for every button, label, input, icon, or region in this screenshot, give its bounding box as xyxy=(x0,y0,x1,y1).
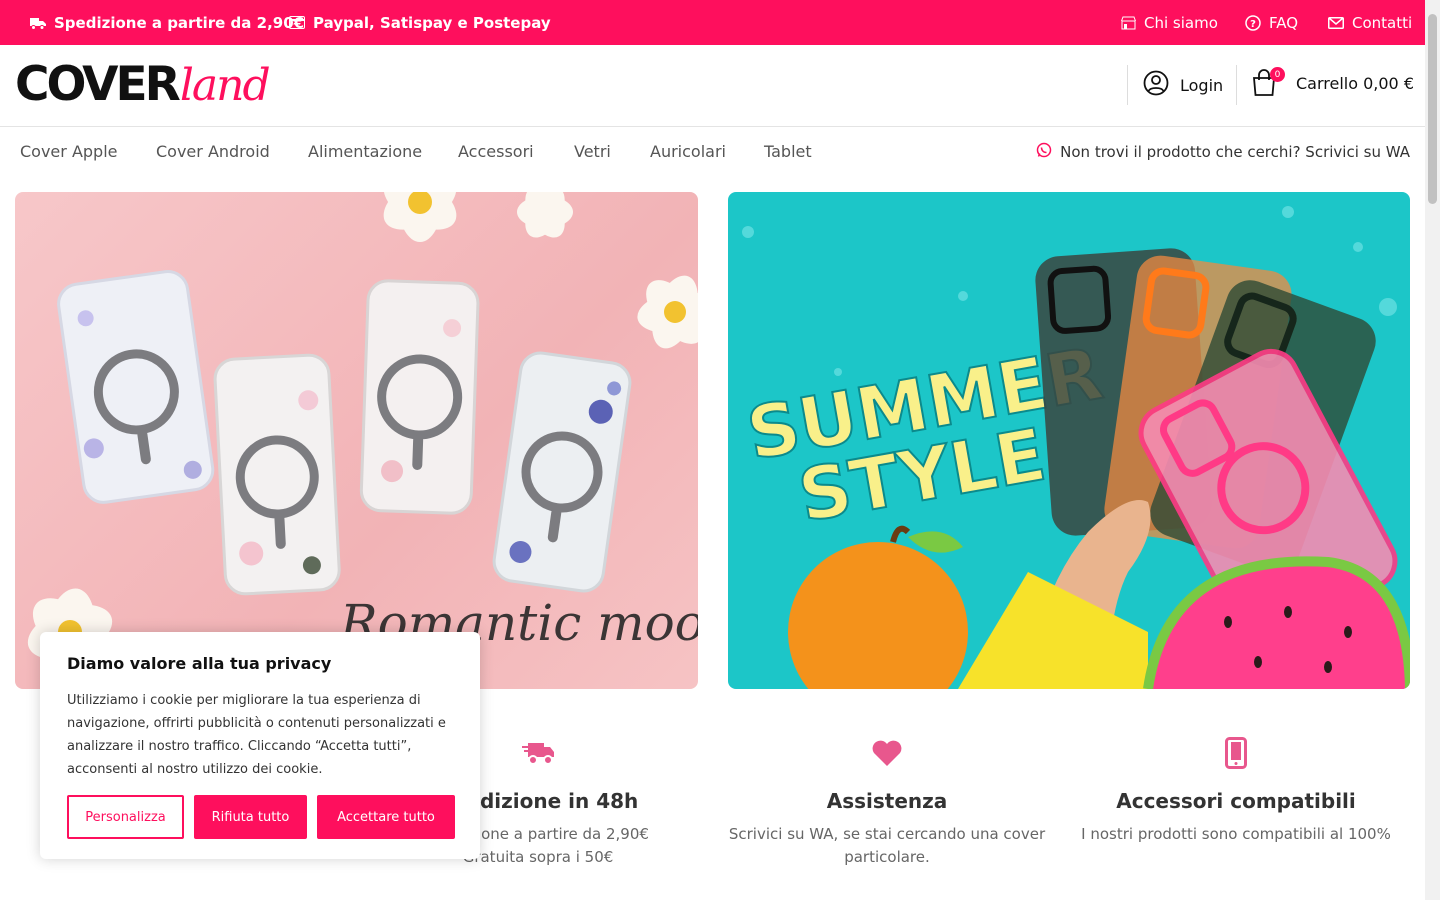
credit-card-icon xyxy=(289,16,305,29)
payment-info: Paypal, Satispay e Postepay xyxy=(289,0,551,45)
feature-line-1: Scrivici su WA, se stai cercando una cov… xyxy=(728,825,1046,843)
feature-title: Assistenza xyxy=(826,789,948,813)
about-link[interactable]: Chi siamo xyxy=(1121,0,1218,45)
shipping-info: Spedizione a partire da 2,90€ xyxy=(30,0,304,45)
cart-label: Carrello 0,00 € xyxy=(1296,73,1414,93)
feature-title: Accessori compatibili xyxy=(1116,789,1356,813)
logo[interactable]: COVER land xyxy=(15,57,271,112)
nav-item-tablet[interactable]: Tablet xyxy=(764,142,812,161)
divider xyxy=(1127,65,1128,105)
mail-icon xyxy=(1328,16,1344,29)
about-label: Chi siamo xyxy=(1144,13,1218,32)
user-icon xyxy=(1143,70,1169,100)
payment-text: Paypal, Satispay e Postepay xyxy=(313,13,551,32)
cart-button[interactable]: 0 Carrello 0,00 € xyxy=(1252,67,1414,97)
nav-item-cover-apple[interactable]: Cover Apple xyxy=(20,142,117,161)
nav-item-alimentazione[interactable]: Alimentazione xyxy=(308,142,422,161)
romantic-mood-illustration: Romantic mood xyxy=(27,192,698,676)
cookie-title: Diamo valore alla tua privacy xyxy=(67,654,332,673)
divider xyxy=(1236,65,1237,105)
cookie-consent-dialog: Diamo valore alla tua privacy Utilizziam… xyxy=(40,632,480,859)
contacts-label: Contatti xyxy=(1352,13,1413,32)
cart-count-badge: 0 xyxy=(1270,67,1285,82)
nav-item-accessori[interactable]: Accessori xyxy=(458,142,534,161)
customize-button[interactable]: Personalizza xyxy=(67,795,184,839)
cookie-text: Utilizziamo i cookie per migliorare la t… xyxy=(67,693,446,777)
store-icon xyxy=(1121,16,1136,30)
phone-icon xyxy=(1066,735,1406,771)
logo-script-text: land xyxy=(179,60,271,111)
faq-label: FAQ xyxy=(1269,13,1299,32)
scrollbar-thumb[interactable] xyxy=(1428,14,1437,204)
heart-icon xyxy=(717,735,1057,771)
page-scrollbar[interactable] xyxy=(1425,0,1440,900)
shopping-bag-icon xyxy=(1252,69,1276,101)
feature-line-1: I nostri prodotti sono compatibili al 10… xyxy=(1081,825,1391,843)
reject-all-button[interactable]: Rifiuta tutto xyxy=(194,795,307,839)
truck-icon xyxy=(30,16,46,30)
nav-item-vetri[interactable]: Vetri xyxy=(574,142,611,161)
nav-item-auricolari[interactable]: Auricolari xyxy=(650,142,726,161)
banner-summer-style[interactable]: SUMMER STYLE xyxy=(728,192,1410,689)
summer-style-illustration: SUMMER STYLE xyxy=(740,206,1410,689)
feature-compatible: Accessori compatibili I nostri prodotti … xyxy=(1066,735,1406,846)
header: COVER land Login 0 Carrello 0,00 € xyxy=(0,45,1425,127)
banner-romantic-mood[interactable]: Romantic mood xyxy=(15,192,698,689)
whatsapp-label: Non trovi il prodotto che cerchi? Scrivi… xyxy=(1060,143,1410,161)
contacts-link[interactable]: Contatti xyxy=(1328,0,1412,45)
question-icon: ? xyxy=(1245,14,1261,31)
svg-text:?: ? xyxy=(1250,19,1256,30)
top-bar: Spedizione a partire da 2,90€ Paypal, Sa… xyxy=(0,0,1425,45)
accept-all-button[interactable]: Accettare tutto xyxy=(317,795,455,839)
nav-item-cover-android[interactable]: Cover Android xyxy=(156,142,270,161)
cookie-buttons: Personalizza Rifiuta tutto Accettare tut… xyxy=(67,795,455,839)
whatsapp-link[interactable]: Non trovi il prodotto che cerchi? Scrivi… xyxy=(1036,142,1410,162)
cart-icon-wrap: 0 xyxy=(1252,67,1285,97)
shipping-text: Spedizione a partire da 2,90€ xyxy=(54,13,305,32)
whatsapp-icon xyxy=(1036,142,1052,162)
login-label: Login xyxy=(1180,75,1224,95)
login-button[interactable]: Login xyxy=(1143,70,1223,100)
main-nav: Cover Apple Cover Android Alimentazione … xyxy=(0,127,1425,177)
faq-link[interactable]: ? FAQ xyxy=(1245,0,1298,45)
feature-assistance: Assistenza Scrivici su WA, se stai cerca… xyxy=(717,735,1057,869)
feature-line-2: particolare. xyxy=(844,848,930,866)
logo-main-text: COVER xyxy=(15,57,181,112)
